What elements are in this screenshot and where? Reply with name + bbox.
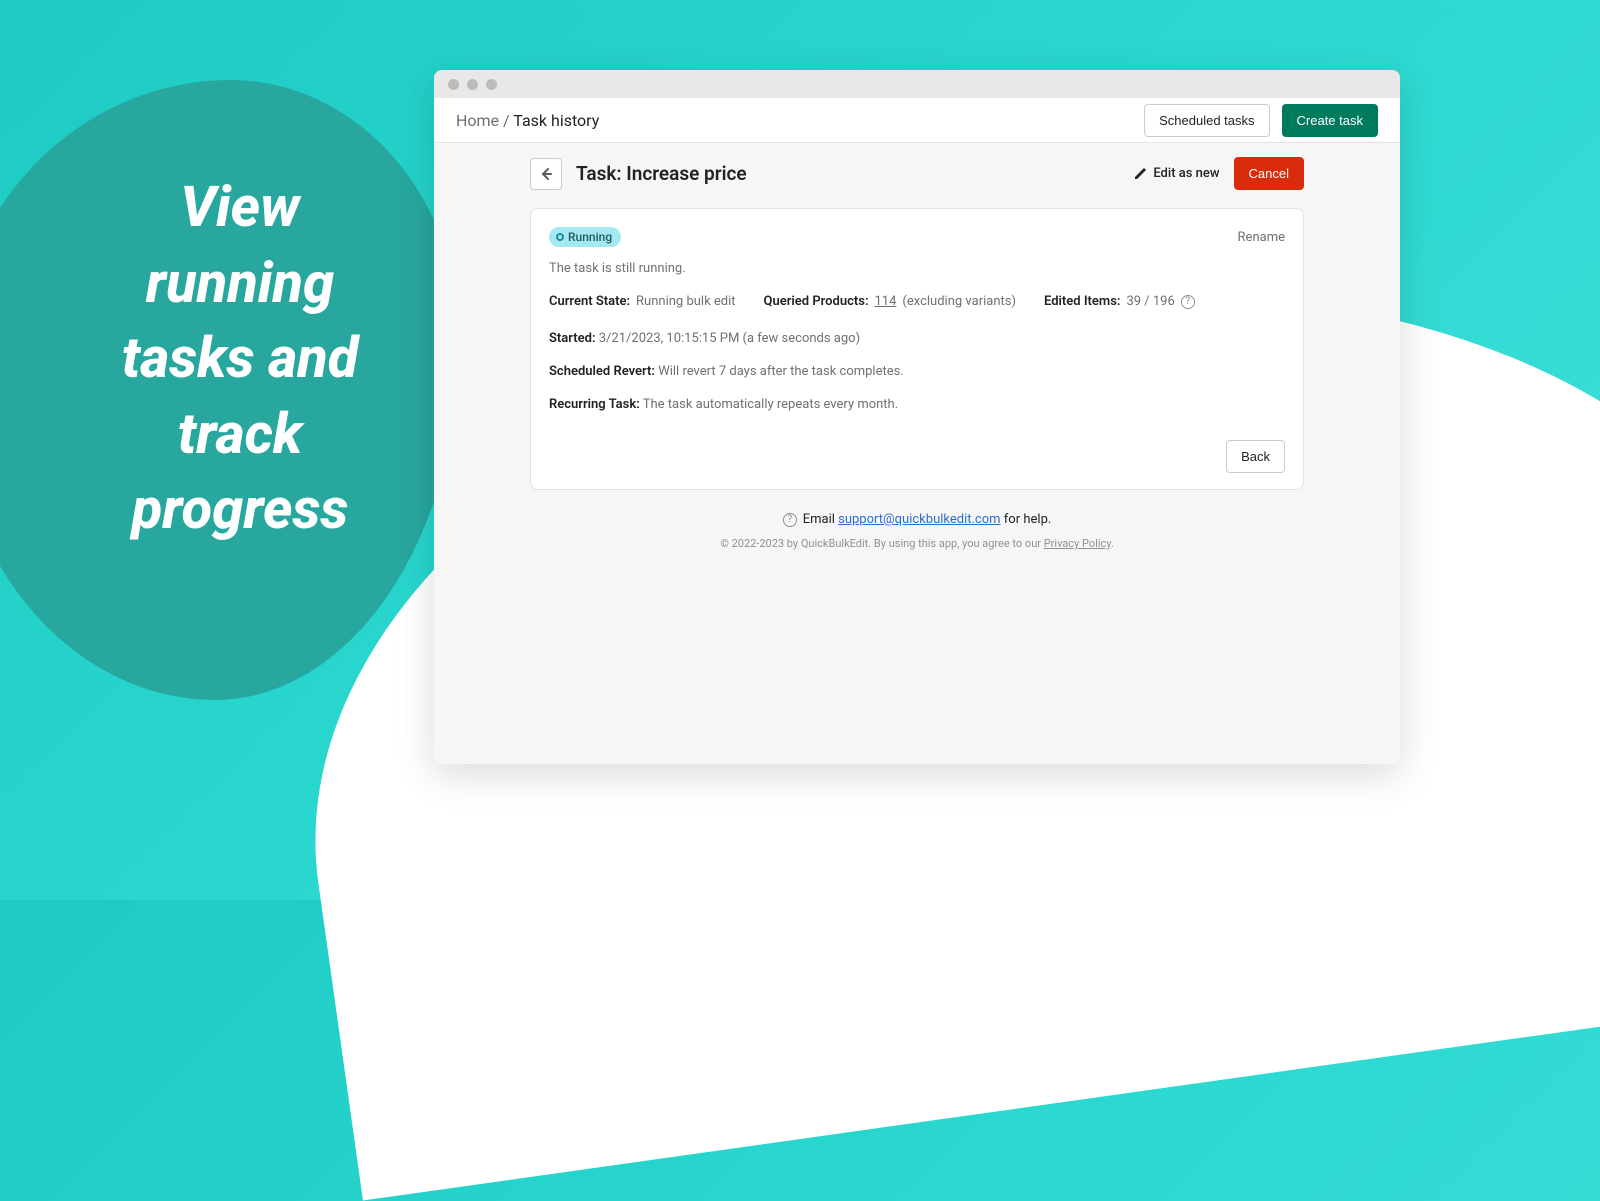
copyright: © 2022-2023 by QuickBulkEdit. By using t… xyxy=(434,537,1400,550)
edited-label: Edited Items: xyxy=(1044,294,1120,309)
recurring-line: Recurring Task: The task automatically r… xyxy=(549,397,1285,412)
back-button[interactable]: Back xyxy=(1226,440,1285,473)
revert-label: Scheduled Revert: xyxy=(549,364,655,379)
arrow-left-icon xyxy=(538,166,554,182)
status-badge-label: Running xyxy=(568,230,612,244)
traffic-light-close[interactable] xyxy=(448,79,459,90)
promo-headline: View running tasks and track progress xyxy=(80,170,400,548)
current-state-label: Current State: xyxy=(549,294,630,309)
rename-link[interactable]: Rename xyxy=(1238,230,1285,245)
help-line: ? Email support@quickbulkedit.com for he… xyxy=(434,512,1400,527)
edited-items: Edited Items: 39 / 196 ? xyxy=(1044,294,1195,309)
started-value: 3/21/2023, 10:15:15 PM (a few seconds ag… xyxy=(599,331,860,346)
info-row: Current State: Running bulk edit Queried… xyxy=(549,294,1285,309)
queried-count[interactable]: 114 xyxy=(875,294,897,309)
status-badge: Running xyxy=(549,227,621,247)
help-icon[interactable]: ? xyxy=(1181,295,1195,309)
queried-products: Queried Products: 114 (excluding variant… xyxy=(764,294,1016,309)
status-text: The task is still running. xyxy=(549,261,1285,276)
revert-line: Scheduled Revert: Will revert 7 days aft… xyxy=(549,364,1285,379)
traffic-light-min[interactable] xyxy=(467,79,478,90)
traffic-light-max[interactable] xyxy=(486,79,497,90)
topbar: Home / Task history Scheduled tasks Crea… xyxy=(434,98,1400,143)
queried-label: Queried Products: xyxy=(764,294,869,309)
page-header: Task: Increase price Edit as new Cancel xyxy=(434,157,1400,190)
recurring-value: The task automatically repeats every mon… xyxy=(643,397,898,412)
breadcrumb-sep: / xyxy=(499,111,513,130)
queried-note: (excluding variants) xyxy=(902,294,1016,309)
breadcrumb-current: Task history xyxy=(513,111,599,130)
current-state: Current State: Running bulk edit xyxy=(549,294,736,309)
copyright-pre: © 2022-2023 by QuickBulkEdit. By using t… xyxy=(720,537,1044,550)
edited-value: 39 / 196 xyxy=(1126,294,1174,309)
cancel-button[interactable]: Cancel xyxy=(1234,157,1304,190)
support-email-link[interactable]: support@quickbulkedit.com xyxy=(838,512,1000,527)
page-title: Task: Increase price xyxy=(576,162,747,185)
breadcrumb-home[interactable]: Home xyxy=(456,111,499,130)
revert-value: Will revert 7 days after the task comple… xyxy=(658,364,904,379)
topbar-actions: Scheduled tasks Create task xyxy=(1144,104,1378,137)
window-titlebar xyxy=(434,70,1400,98)
create-task-button[interactable]: Create task xyxy=(1282,104,1378,137)
breadcrumb: Home / Task history xyxy=(456,111,599,130)
status-dot-icon xyxy=(556,233,564,241)
app-window: Home / Task history Scheduled tasks Crea… xyxy=(434,70,1400,764)
edit-as-new-button[interactable]: Edit as new xyxy=(1133,166,1219,181)
content-scroll[interactable]: Task: Increase price Edit as new Cancel … xyxy=(434,143,1400,764)
task-card: Running Rename The task is still running… xyxy=(530,208,1304,490)
help-pre: Email xyxy=(803,512,838,527)
privacy-policy-link[interactable]: Privacy Policy xyxy=(1044,537,1111,550)
started-line: Started: 3/21/2023, 10:15:15 PM (a few s… xyxy=(549,331,1285,346)
pencil-icon xyxy=(1133,167,1147,181)
back-nav-button[interactable] xyxy=(530,158,562,190)
recurring-label: Recurring Task: xyxy=(549,397,640,412)
scheduled-tasks-button[interactable]: Scheduled tasks xyxy=(1144,104,1269,137)
current-state-value: Running bulk edit xyxy=(636,294,735,309)
copyright-post: . xyxy=(1111,537,1114,550)
help-icon: ? xyxy=(783,513,797,527)
help-post: for help. xyxy=(1001,512,1052,527)
started-label: Started: xyxy=(549,331,596,346)
edit-as-new-label: Edit as new xyxy=(1153,166,1219,181)
